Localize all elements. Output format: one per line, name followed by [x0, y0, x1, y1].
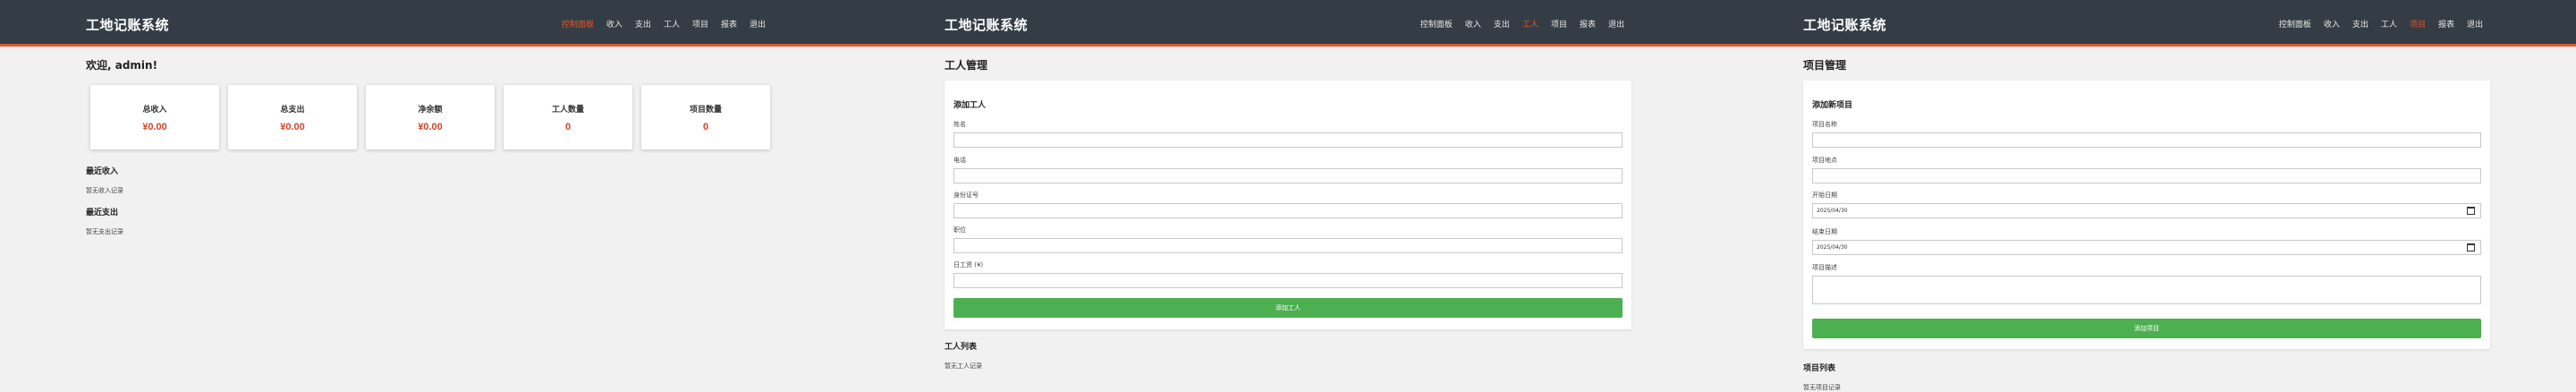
end-date-label: 结束日期	[1812, 228, 1837, 235]
card-value: 0	[702, 122, 709, 132]
app-title: 工地记账系统	[1803, 17, 1887, 33]
app-title: 工地记账系统	[86, 17, 170, 33]
start-date-input[interactable]: 2025/04/30	[1812, 203, 2481, 218]
name-input[interactable]	[953, 132, 1623, 148]
add-worker-form: 添加工人 姓名 电话 身份证号 职位 日工资 (¥) 添加工人	[945, 81, 1631, 329]
nav-projects[interactable]: 项目	[692, 18, 708, 30]
main-nav: 控制面板 收入 支出 工人 项目 报表 退出	[2279, 18, 2483, 30]
card-value: ¥0.00	[280, 122, 305, 132]
start-date-value: 2025/04/30	[1817, 208, 1848, 214]
app-title: 工地记账系统	[945, 17, 1029, 33]
nav-logout[interactable]: 退出	[1608, 18, 1624, 30]
nav-dashboard[interactable]: 控制面板	[562, 18, 594, 30]
recent-income-empty: 暂无收入记录	[86, 187, 123, 194]
top-navbar: 工地记账系统 控制面板 收入 支出 工人 项目 报表 退出	[0, 0, 859, 47]
nav-projects[interactable]: 项目	[2410, 18, 2426, 30]
card-project-count: 项目数量 0	[641, 85, 770, 149]
workers-panel: 工地记账系统 控制面板 收入 支出 工人 项目 报表 退出 工人管理 添加工人 …	[859, 0, 1717, 392]
main-nav: 控制面板 收入 支出 工人 项目 报表 退出	[562, 18, 766, 30]
summary-cards: 总收入 ¥0.00 总支出 ¥0.00 净余额 ¥0.00 工人数量 0 项目数…	[90, 85, 770, 149]
recent-expense-empty: 暂无支出记录	[86, 228, 123, 235]
card-label: 项目数量	[689, 106, 722, 115]
add-worker-button[interactable]: 添加工人	[953, 298, 1623, 318]
form-title: 添加新项目	[1812, 101, 1853, 110]
project-list-heading: 项目列表	[1803, 364, 1836, 373]
card-label: 净余额	[418, 106, 443, 115]
nav-workers[interactable]: 工人	[1522, 18, 1538, 30]
project-description-label: 项目描述	[1812, 264, 1837, 271]
project-description-textarea[interactable]	[1812, 276, 2481, 304]
daily-wage-label: 日工资 (¥)	[953, 261, 984, 268]
card-value: 0	[564, 122, 572, 132]
nav-income[interactable]: 收入	[606, 18, 623, 30]
nav-dashboard[interactable]: 控制面板	[1420, 18, 1453, 30]
card-value: ¥0.00	[142, 122, 167, 132]
position-input[interactable]	[953, 238, 1623, 253]
nav-expense[interactable]: 支出	[635, 18, 651, 30]
position-label: 职位	[953, 226, 966, 234]
top-navbar: 工地记账系统 控制面板 收入 支出 工人 项目 报表 退出	[859, 0, 1717, 47]
nav-workers[interactable]: 工人	[664, 18, 680, 30]
end-date-value: 2025/04/30	[1817, 244, 1848, 251]
dashboard-panel: 工地记账系统 控制面板 收入 支出 工人 项目 报表 退出 欢迎, admin!…	[0, 0, 859, 392]
nav-logout[interactable]: 退出	[750, 18, 766, 30]
page-title: 项目管理	[1803, 59, 1847, 72]
worker-list-empty: 暂无工人记录	[945, 362, 982, 370]
welcome-heading: 欢迎, admin!	[86, 59, 158, 72]
page-title: 工人管理	[945, 59, 988, 72]
card-label: 总收入	[142, 106, 167, 115]
daily-wage-input[interactable]	[953, 273, 1623, 288]
card-value: ¥0.00	[418, 122, 443, 132]
add-project-form: 添加新项目 项目名称 项目地点 开始日期 2025/04/30 结束日期 202…	[1803, 81, 2490, 349]
project-name-label: 项目名称	[1812, 121, 1837, 128]
nav-income[interactable]: 收入	[1465, 18, 1481, 30]
phone-input[interactable]	[953, 168, 1623, 183]
form-title: 添加工人	[953, 101, 987, 110]
nav-projects[interactable]: 项目	[1551, 18, 1567, 30]
main-nav: 控制面板 收入 支出 工人 项目 报表 退出	[1420, 18, 1624, 30]
project-location-input[interactable]	[1812, 168, 2481, 183]
nav-reports[interactable]: 报表	[1580, 18, 1596, 30]
calendar-icon[interactable]	[2467, 207, 2475, 215]
projects-panel: 工地记账系统 控制面板 收入 支出 工人 项目 报表 退出 项目管理 添加新项目…	[1717, 0, 2576, 392]
recent-income-heading: 最近收入	[86, 167, 119, 176]
card-total-income: 总收入 ¥0.00	[90, 85, 219, 149]
project-name-input[interactable]	[1812, 132, 2481, 148]
calendar-icon[interactable]	[2467, 243, 2475, 251]
phone-label: 电话	[953, 157, 966, 164]
card-worker-count: 工人数量 0	[504, 85, 632, 149]
nav-expense[interactable]: 支出	[1494, 18, 1510, 30]
end-date-input[interactable]: 2025/04/30	[1812, 240, 2481, 255]
id-number-label: 身份证号	[953, 192, 979, 199]
recent-expense-heading: 最近支出	[86, 209, 119, 217]
nav-dashboard[interactable]: 控制面板	[2279, 18, 2311, 30]
nav-income[interactable]: 收入	[2324, 18, 2340, 30]
card-label: 总支出	[280, 106, 305, 115]
card-label: 工人数量	[551, 106, 584, 115]
nav-reports[interactable]: 报表	[2438, 18, 2454, 30]
nav-expense[interactable]: 支出	[2352, 18, 2368, 30]
nav-logout[interactable]: 退出	[2467, 18, 2483, 30]
nav-workers[interactable]: 工人	[2381, 18, 2397, 30]
top-navbar: 工地记账系统 控制面板 收入 支出 工人 项目 报表 退出	[1717, 0, 2576, 47]
nav-reports[interactable]: 报表	[721, 18, 737, 30]
card-total-expense: 总支出 ¥0.00	[228, 85, 357, 149]
card-net-balance: 净余额 ¥0.00	[366, 85, 495, 149]
start-date-label: 开始日期	[1812, 192, 1837, 199]
id-number-input[interactable]	[953, 203, 1623, 218]
project-list-empty: 暂无项目记录	[1803, 384, 1841, 391]
project-location-label: 项目地点	[1812, 157, 1837, 164]
add-project-button[interactable]: 添加项目	[1812, 319, 2481, 338]
worker-list-heading: 工人列表	[945, 343, 978, 352]
name-label: 姓名	[953, 121, 966, 128]
